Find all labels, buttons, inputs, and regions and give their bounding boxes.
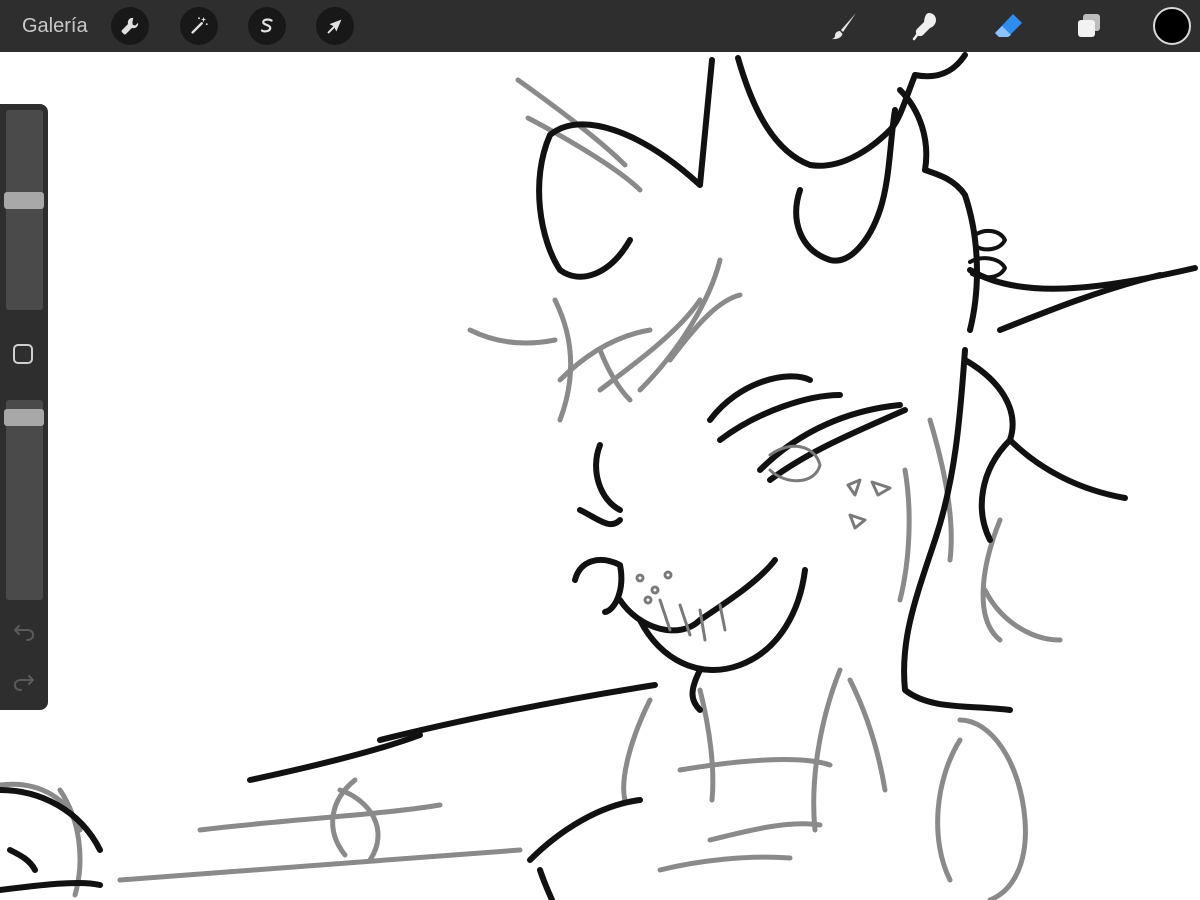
brush-size-slider[interactable] <box>4 110 44 310</box>
magic-wand-icon <box>191 16 208 34</box>
actions-button[interactable] <box>111 7 149 45</box>
eraser-icon <box>995 14 1022 37</box>
brush-sidebar <box>0 104 48 710</box>
brush-button[interactable] <box>824 6 864 46</box>
layers-button[interactable] <box>1069 6 1109 46</box>
modify-square-icon[interactable] <box>13 344 33 364</box>
adjustments-button[interactable] <box>180 7 218 45</box>
top-toolbar: Galería <box>0 0 1200 52</box>
drawing-canvas[interactable] <box>0 52 1200 900</box>
transform-button[interactable] <box>316 7 354 45</box>
selection-button[interactable] <box>248 7 286 45</box>
brush-opacity-thumb[interactable] <box>4 409 44 426</box>
eraser-button[interactable] <box>988 6 1028 46</box>
wrench-icon <box>121 17 139 35</box>
selection-s-icon <box>260 18 273 33</box>
arrow-cursor-icon <box>327 19 342 34</box>
sketch-artwork <box>0 52 1198 900</box>
brush-size-thumb[interactable] <box>4 192 44 209</box>
brush-icon <box>832 13 856 40</box>
undo-icon[interactable] <box>11 619 37 645</box>
color-picker-swatch[interactable] <box>1153 7 1191 45</box>
brush-opacity-slider[interactable] <box>4 400 44 600</box>
redo-icon[interactable] <box>11 669 37 695</box>
smudge-finger-icon <box>912 13 936 41</box>
smudge-button[interactable] <box>905 6 945 46</box>
gallery-button[interactable]: Galería <box>22 14 88 38</box>
layers-icon <box>1078 14 1100 37</box>
